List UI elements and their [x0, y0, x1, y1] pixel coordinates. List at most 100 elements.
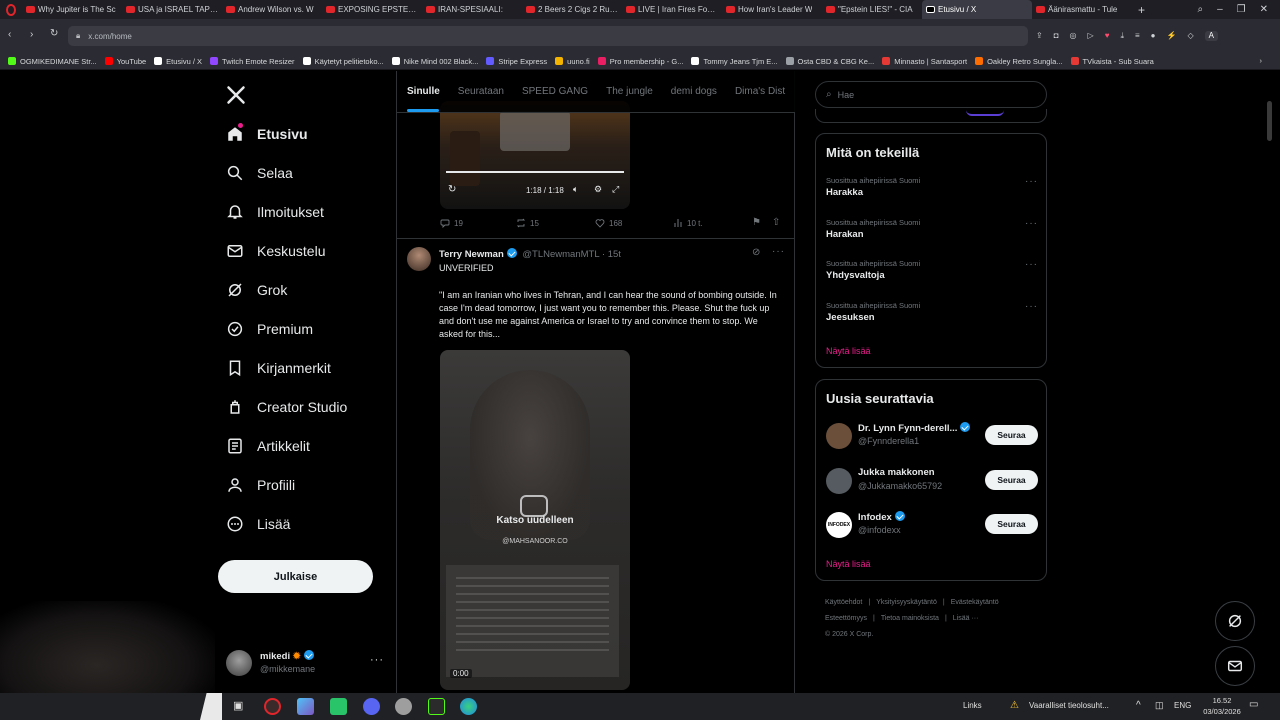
grok-fab[interactable]	[1215, 601, 1255, 641]
footer-link[interactable]: Esteettömyys	[825, 615, 867, 622]
more-options-icon[interactable]: ···	[370, 654, 384, 666]
network-icon[interactable]: ◫	[1155, 700, 1164, 711]
avatar[interactable]: INFODEX	[826, 512, 852, 538]
sidebar-item-grok[interactable]: Grok	[226, 281, 287, 299]
volume-icon[interactable]: 🔈︎	[573, 184, 578, 195]
x-logo-icon[interactable]	[226, 85, 246, 105]
footer-link[interactable]: Käyttöehdot	[825, 599, 862, 606]
sidebar-item-more[interactable]: Lisää	[226, 515, 290, 533]
tab-search-icon[interactable]: ⌕	[1197, 4, 1203, 15]
bookmark-item[interactable]: uuno.fi	[555, 57, 590, 66]
browser-tab[interactable]: How Iran's Leader W	[722, 0, 822, 19]
browser-tab[interactable]: LIVE | Iran Fires Four C	[622, 0, 722, 19]
sidebar-item-bell[interactable]: Ilmoitukset	[226, 203, 324, 221]
trend-item[interactable]: Suosittua aihepiirissä Suomi Yhdysvaltoja…	[826, 259, 1038, 281]
maximize-icon[interactable]: ❐	[1237, 4, 1246, 15]
weather-widget[interactable]: Vaaralliset tieolosuht...	[1029, 701, 1109, 710]
sidebar-item-verified[interactable]: Premium	[226, 320, 313, 338]
browser-tab[interactable]: "Epstein LIES!" - CIA	[822, 0, 922, 19]
more-options-icon[interactable]: ···	[1025, 176, 1038, 187]
camera-icon[interactable]: ◘	[1054, 31, 1059, 41]
bookmark-item[interactable]: Osta CBD & CBG Ke...	[785, 57, 874, 66]
sidebar-item-creator[interactable]: Creator Studio	[226, 398, 347, 416]
search-input[interactable]: ⌕ Hae	[815, 81, 1047, 108]
play-icon[interactable]: ▷	[1088, 31, 1094, 41]
avatar[interactable]	[407, 247, 431, 271]
more-options-icon[interactable]: ···	[772, 246, 785, 257]
bookmarks-more-icon[interactable]: ›	[1260, 56, 1263, 65]
author-name[interactable]: Terry Newman	[439, 249, 504, 260]
trend-item[interactable]: Suosittua aihepiirissä Suomi Harakan ···	[826, 218, 1038, 240]
browser-tab[interactable]: EXPOSING EPSTEIN'S	[322, 0, 422, 19]
links-toolbar[interactable]: Links	[963, 701, 982, 710]
video-player[interactable]: Katso uudelleen @MAHSANOOR.CO 0:00	[440, 350, 630, 690]
more-options-icon[interactable]: ···	[1025, 218, 1038, 229]
timeline-tab[interactable]: Dima's Dist	[735, 86, 785, 97]
extension-icon[interactable]: ⚡	[1167, 31, 1177, 41]
footer-link[interactable]: Evästekäytäntö	[951, 599, 999, 606]
fullscreen-icon[interactable]: ⤢	[612, 184, 619, 195]
browser-tab[interactable]: Äänirasmattu - Tule	[1032, 0, 1132, 19]
close-window-icon[interactable]: ✕	[1260, 4, 1268, 15]
video-player[interactable]: ↻ 1:18 / 1:18 🔈︎ ⚙ ⤢	[440, 101, 630, 209]
minimize-icon[interactable]: –	[1217, 4, 1223, 15]
timeline-tab[interactable]: The jungle	[606, 86, 653, 97]
sidebar-item-home[interactable]: Etusivu	[226, 123, 308, 143]
language-indicator[interactable]: ENG	[1174, 701, 1191, 710]
bookmark-item[interactable]: Minnasto | Santasport	[882, 57, 967, 66]
share-icon[interactable]: ⇪	[1036, 31, 1043, 41]
account-icon[interactable]: ●	[1151, 31, 1156, 41]
follow-suggestion[interactable]: Jukka makkonen @Jukkamakko65792 Seuraa	[826, 467, 1038, 497]
reload-icon[interactable]: ↻	[50, 28, 58, 39]
edge-icon[interactable]	[460, 698, 477, 715]
bookmark-item[interactable]: Stripe Express	[486, 57, 547, 66]
trend-item[interactable]: Suosittua aihepiirissä Suomi Harakka ···	[826, 176, 1038, 198]
bookmark-item[interactable]: YouTube	[104, 57, 146, 66]
timeline-tab[interactable]: demi dogs	[671, 86, 717, 97]
show-more-link[interactable]: Näytä lisää	[826, 559, 871, 569]
avatar[interactable]	[826, 423, 852, 449]
repost-button[interactable]: 15	[516, 218, 539, 228]
replay-icon[interactable]	[520, 495, 548, 517]
footer-link[interactable]: Tietoa mainoksista	[881, 615, 939, 622]
task-view-icon[interactable]: ▣	[233, 699, 243, 712]
more-options-icon[interactable]: ···	[1025, 259, 1038, 270]
heart-icon[interactable]: ♥	[1105, 31, 1110, 41]
messages-fab[interactable]	[1215, 646, 1255, 686]
show-more-link[interactable]: Näytä lisää	[826, 346, 871, 356]
opera-menu-icon[interactable]	[0, 0, 22, 19]
shield-icon[interactable]: ◎	[1070, 31, 1077, 41]
more-options-icon[interactable]: ···	[1025, 301, 1038, 312]
follow-suggestion[interactable]: Dr. Lynn Fynn-derell... @Fynnderella1 Seur…	[826, 422, 1038, 452]
clock[interactable]: 16.52 03/03/2026	[1196, 695, 1248, 717]
trend-item[interactable]: Suosittua aihepiirissä Suomi Jeesuksen ···	[826, 301, 1038, 323]
back-icon[interactable]: ‹	[8, 29, 11, 40]
bookmark-item[interactable]: TVkaista - Sub Suara	[1070, 57, 1154, 66]
grok-icon[interactable]: ⊘	[752, 247, 760, 258]
timeline-tab[interactable]: SPEED GANG	[522, 86, 588, 97]
bookmark-item[interactable]: Nike Mind 002 Black...	[391, 57, 478, 66]
browser-tab[interactable]: Andrew Wilson vs. W	[222, 0, 322, 19]
address-bar[interactable]: 🔒︎ x.com/home	[68, 26, 1028, 46]
bookmark-button[interactable]: ⚑	[752, 217, 761, 228]
avatar[interactable]	[826, 467, 852, 494]
post-button[interactable]: Julkaise	[218, 560, 373, 593]
reply-button[interactable]: 19	[440, 218, 463, 228]
bookmark-item[interactable]: Etusivu / X	[154, 57, 202, 66]
footer-link[interactable]: Lisää ···	[953, 615, 979, 622]
replay-icon[interactable]: ↻	[448, 184, 456, 195]
kick-icon[interactable]	[428, 698, 445, 715]
replay-label[interactable]: Katso uudelleen	[440, 515, 630, 526]
settings-icon[interactable]: ⚙	[594, 184, 602, 195]
bookmark-item[interactable]: OGMIKEDIMANE Str...	[8, 57, 97, 66]
notifications-icon[interactable]: ▭	[1249, 699, 1258, 710]
sidebar-item-mail[interactable]: Keskustelu	[226, 242, 325, 260]
views-button[interactable]: 10 t.	[673, 218, 703, 228]
account-switcher[interactable]: mikedi ✹ @mikkemane ···	[226, 648, 386, 680]
download-icon[interactable]: ⤓	[1120, 31, 1124, 41]
share-button[interactable]: ⇧	[772, 217, 780, 228]
sidebar-item-profile[interactable]: Profiili	[226, 476, 295, 494]
follow-button[interactable]: Seuraa	[985, 514, 1038, 534]
timeline-tab[interactable]: Sinulle	[407, 86, 440, 97]
browser-tab[interactable]: Why Jupiter is The Sc	[22, 0, 122, 19]
